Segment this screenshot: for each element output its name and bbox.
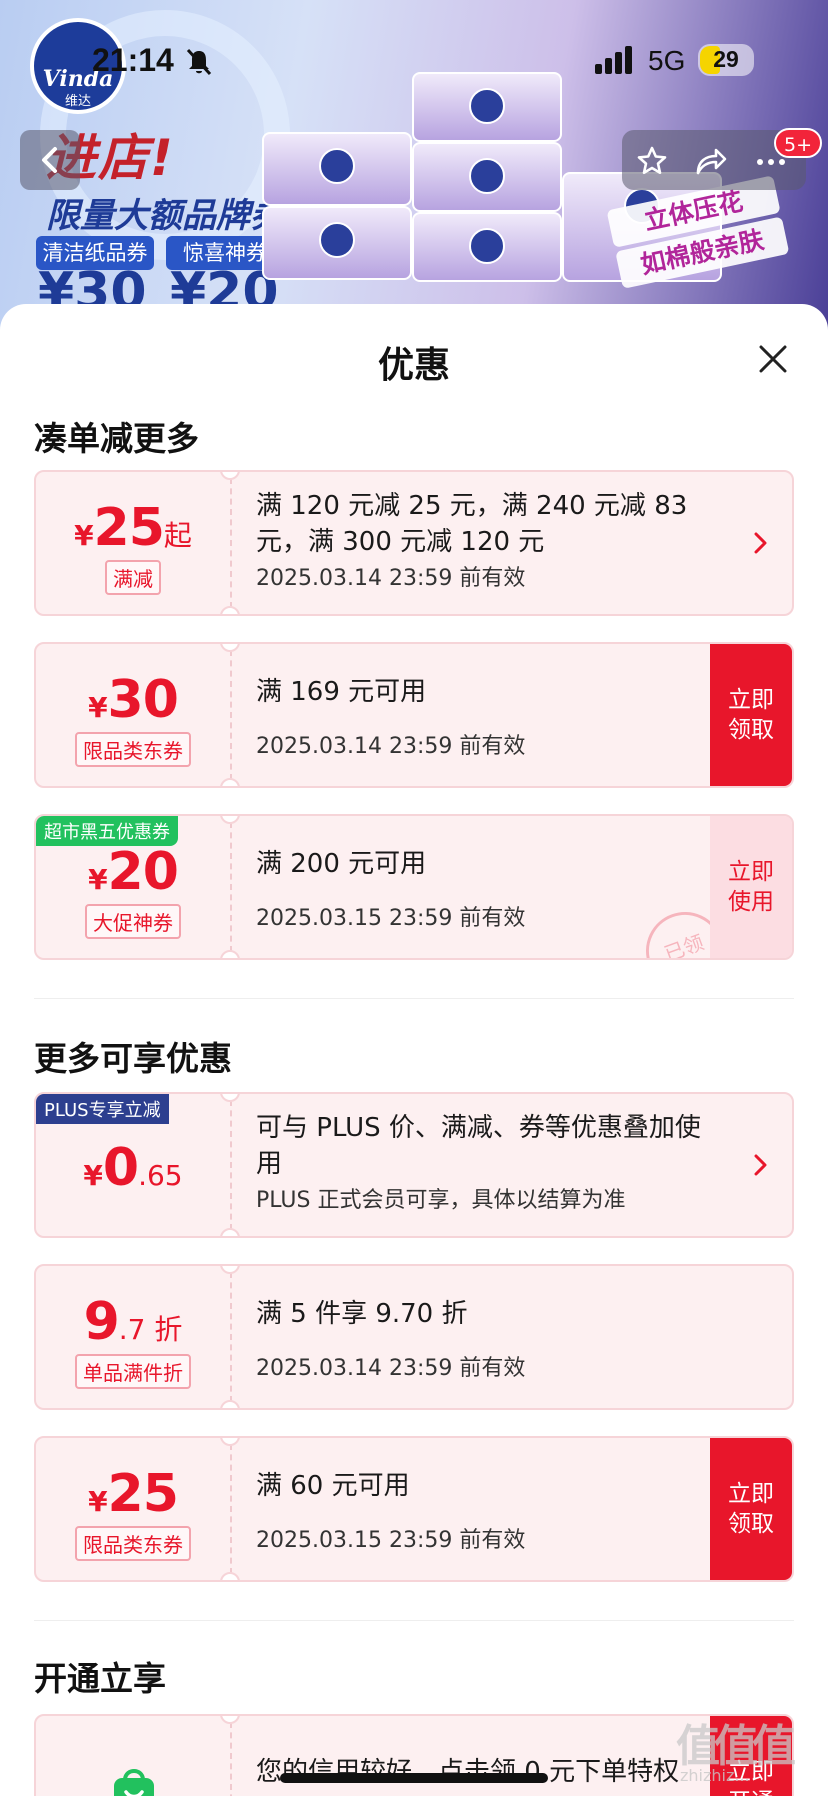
product-pack-image (262, 206, 412, 280)
coupon-expiry: 2025.03.14 23:59 前有效 (256, 1356, 526, 1381)
watermark: 值值值 (676, 1721, 796, 1772)
product-pack-image (412, 212, 562, 282)
coupon-type-tag: 大促神券 (85, 904, 181, 939)
coupon-value: 9.7 折 (36, 1292, 230, 1352)
product-pack-image (262, 132, 412, 206)
coupon-card: ¥20 大促神券 超市黑五优惠券 满 200 元可用 2025.03.15 23… (34, 814, 794, 960)
coupon-expiry: 2025.03.15 23:59 前有效 (256, 1528, 526, 1553)
chevron-right-icon[interactable] (752, 1152, 770, 1178)
coupon-value-block: ¥25起 满减 (36, 472, 230, 614)
coupon-amount-suffix: 起 (163, 519, 192, 552)
coupon-expiry: 2025.03.15 23:59 前有效 (256, 906, 526, 931)
store-banner[interactable]: Vinda 维达 21:14 5G 29 进店! 限量大额品牌券! 清洁纸品券 … (0, 0, 828, 330)
coupon-card: ¥25 限品类东券 满 60 元可用 2025.03.15 23:59 前有效 … (34, 1436, 794, 1582)
coupon-value-block: ¥25 限品类东券 (36, 1438, 230, 1580)
currency-symbol: ¥ (88, 1485, 108, 1518)
coupon-type-tag: 单品满件折 (75, 1354, 191, 1389)
coupon-card[interactable]: ¥0.65 PLUS专享立减 可与 PLUS 价、满减、券等优惠叠加使用 PLU… (34, 1092, 794, 1238)
offer-description: 您的信用较好，点击领 0 元下单特权 (256, 1757, 680, 1787)
star-icon[interactable] (636, 145, 668, 177)
bell-muted-icon (186, 48, 212, 76)
chevron-left-icon (42, 147, 57, 173)
sheet-title: 优惠 (377, 345, 450, 386)
use-button-label: 立即使用 (728, 859, 774, 915)
coupon-description: 满 120 元减 25 元，满 240 元减 83 元，满 300 元减 120… (256, 491, 688, 557)
close-icon[interactable] (758, 344, 788, 374)
section-title: 开通立享 (34, 1659, 166, 1698)
signal-icon (595, 46, 632, 74)
product-pack-image (412, 142, 562, 212)
offer-icon-block (36, 1716, 230, 1796)
chevron-right-icon[interactable] (752, 530, 770, 556)
coupon-amount: 25 (93, 498, 165, 558)
currency-symbol: ¥ (83, 1159, 103, 1192)
home-indicator[interactable] (280, 1773, 548, 1783)
coupon-type-tag: 满减 (105, 560, 161, 595)
coupon-expiry: 2025.03.14 23:59 前有效 (256, 734, 526, 759)
product-pack-image (412, 72, 562, 142)
battery-level: 29 (713, 46, 739, 72)
network-type: 5G (648, 45, 686, 76)
coupon-value: ¥25起 (36, 498, 230, 558)
claim-button-label: 立即领取 (728, 687, 774, 743)
promo-badge: 超市黑五优惠券 (36, 816, 178, 846)
coupon-note: PLUS 正式会员可享，具体以结算为准 (256, 1188, 626, 1213)
use-coupon-button[interactable]: 立即使用 (710, 816, 792, 958)
notification-badge: 5+ (774, 128, 823, 158)
coupon-value: ¥30 (36, 670, 230, 730)
coupon-value-block: 9.7 折 单品满件折 (36, 1266, 230, 1408)
watermark-url: zhizhiz... (680, 1766, 750, 1785)
back-button[interactable] (20, 130, 80, 190)
coupon-value: ¥20 (36, 842, 230, 902)
coupon-amount-suffix: .65 (138, 1159, 183, 1192)
coupon-amount: 25 (107, 1464, 179, 1524)
section-divider (34, 998, 794, 999)
claim-coupon-button[interactable]: 立即领取 (710, 644, 792, 786)
status-time: 21:14 (92, 42, 174, 78)
currency-symbol: ¥ (88, 863, 108, 896)
share-icon[interactable] (694, 145, 728, 177)
plus-badge: PLUS专享立减 (36, 1094, 169, 1124)
section-title: 凑单减更多 (34, 419, 199, 458)
coupon-type-tag: 限品类东券 (75, 732, 191, 767)
discount-suffix: .7 折 (118, 1313, 183, 1346)
coupon-value: ¥0.65 (36, 1138, 230, 1198)
coupon-card: 9.7 折 单品满件折 满 5 件享 9.70 折 2025.03.14 23:… (34, 1264, 794, 1410)
battery-indicator: 29 (698, 44, 754, 76)
shopping-bag-icon (114, 1769, 154, 1796)
brand-logo-cn: 维达 (64, 94, 91, 109)
coupon-description: 满 5 件享 9.70 折 (256, 1299, 468, 1329)
coupon-description: 满 60 元可用 (256, 1471, 410, 1501)
coupon-description: 满 169 元可用 (256, 677, 427, 707)
coupon-value: ¥25 (36, 1464, 230, 1524)
coupon-amount: 30 (107, 670, 179, 730)
claim-button-label: 立即领取 (728, 1481, 774, 1537)
coupon-expiry: 2025.03.14 23:59 前有效 (256, 566, 526, 591)
coupon-card: ¥30 限品类东券 满 169 元可用 2025.03.14 23:59 前有效… (34, 642, 794, 788)
section-title: 更多可享优惠 (34, 1039, 232, 1078)
coupon-type-tag: 限品类东券 (75, 1526, 191, 1561)
coupon-amount: 0 (102, 1138, 139, 1198)
discount-amount: 9 (83, 1292, 120, 1352)
coupon-description: 可与 PLUS 价、满减、券等优惠叠加使用 (256, 1113, 701, 1179)
discount-sheet: 优惠 凑单减更多 ¥25起 满减 满 120 元减 25 元，满 240 元减 … (0, 304, 828, 1796)
coupon-description: 满 200 元可用 (256, 849, 427, 879)
coupon-amount: 20 (107, 842, 179, 902)
section-divider (34, 1620, 794, 1621)
coupon-card[interactable]: ¥25起 满减 满 120 元减 25 元，满 240 元减 83 元，满 30… (34, 470, 794, 616)
currency-symbol: ¥ (74, 519, 94, 552)
claim-coupon-button[interactable]: 立即领取 (710, 1438, 792, 1580)
coupon-value-block: ¥30 限品类东券 (36, 644, 230, 786)
currency-symbol: ¥ (88, 691, 108, 724)
